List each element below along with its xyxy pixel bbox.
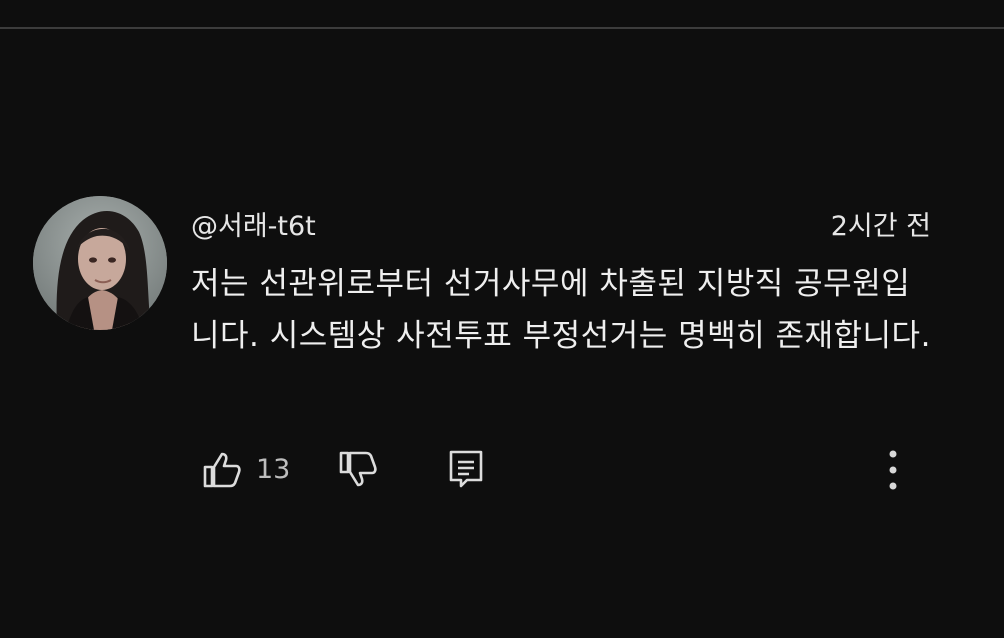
- comment-screen: @서래-t6t 2시간 전 저는 선관위로부터 선거사무에 차출된 지방직 공무…: [0, 0, 1004, 638]
- thumbs-down-icon: [339, 451, 377, 487]
- thumbs-up-icon: [203, 452, 241, 488]
- more-options-button[interactable]: [878, 447, 908, 493]
- avatar[interactable]: [33, 196, 167, 330]
- avatar-image: [33, 196, 167, 330]
- comment-timestamp[interactable]: 2시간 전: [831, 204, 931, 243]
- author-name[interactable]: @서래-t6t: [191, 204, 316, 243]
- top-divider: [0, 27, 1004, 29]
- dislike-button[interactable]: [336, 447, 380, 491]
- reply-button[interactable]: [444, 447, 488, 491]
- like-button[interactable]: [200, 447, 244, 491]
- like-count: 13: [256, 454, 291, 485]
- comment-text: 저는 선관위로부터 선거사무에 차출된 지방직 공무원입니다. 시스템상 사전투…: [191, 266, 931, 354]
- comment-header: @서래-t6t 2시간 전: [191, 196, 941, 246]
- comment-actions: 13: [200, 447, 910, 493]
- reply-comment-icon: [449, 450, 483, 488]
- more-vertical-icon: [889, 450, 897, 490]
- comment-content: @서래-t6t 2시간 전 저는 선관위로부터 선거사무에 차출된 지방직 공무…: [191, 196, 941, 362]
